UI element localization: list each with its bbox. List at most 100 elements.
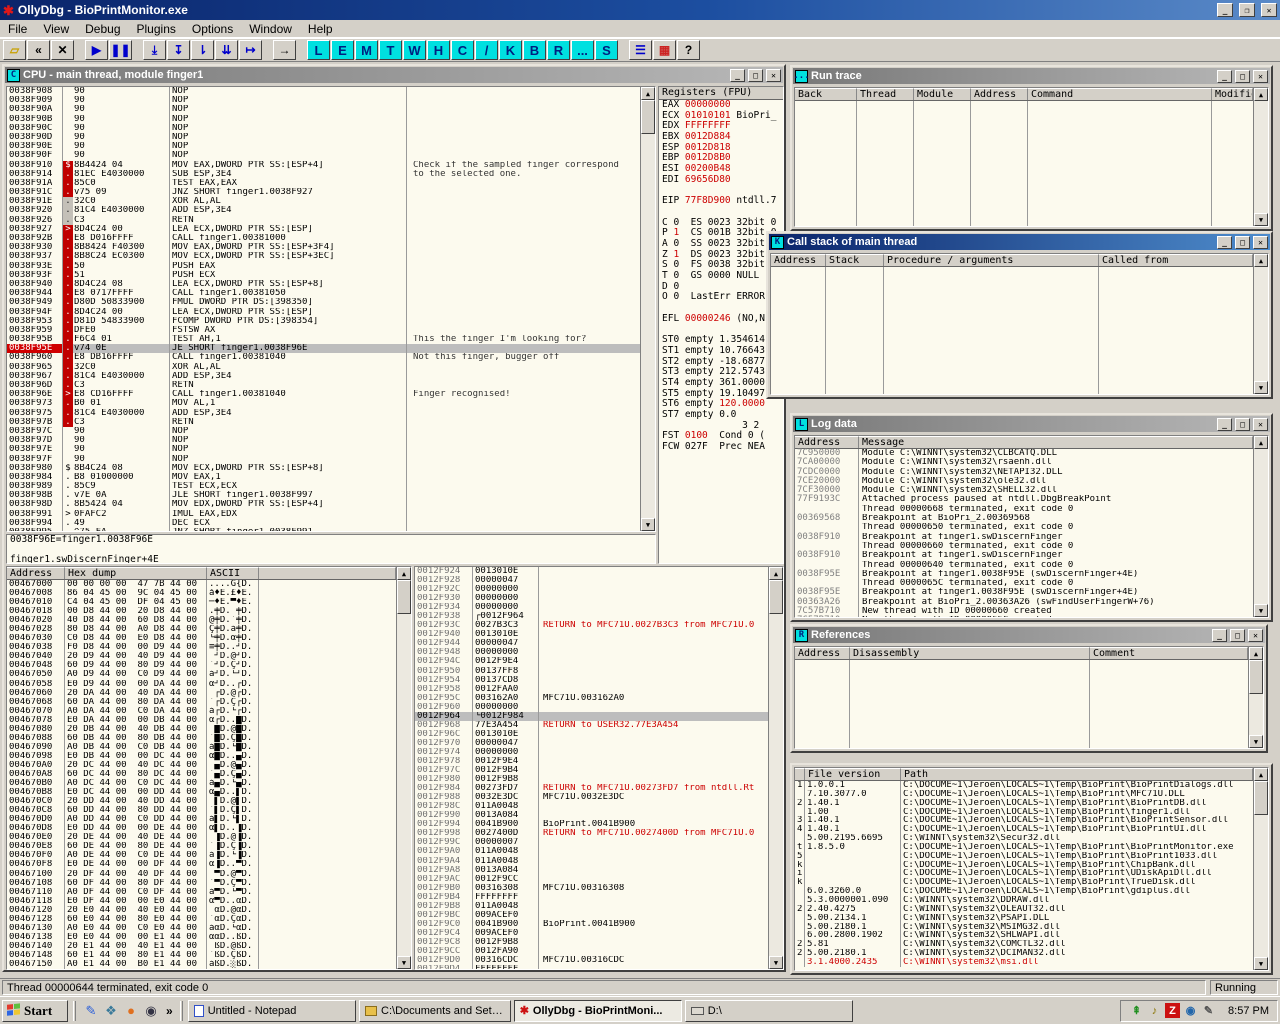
stack-row[interactable]: 0012F9580012FAA0 bbox=[415, 685, 768, 694]
disasm-row[interactable]: 0038F994.49DEC ECX bbox=[7, 519, 640, 528]
module-row[interactable]: kC:\DOCUME~1\Jeroen\LOCALS~1\Temp\BioPri… bbox=[795, 861, 1253, 870]
dump-row[interactable]: 00467050A0 D9 44 00 C0 D9 44 00á┘D.└┘D. bbox=[7, 670, 396, 679]
scroll-thumb[interactable] bbox=[769, 580, 783, 614]
log-row[interactable]: 7CF30000Module C:\WINNT\system32\SHELL32… bbox=[795, 486, 1253, 495]
dump-row[interactable]: 004670C860 DD 44 00 80 DD 44 00`▌D.Ç▌D. bbox=[7, 806, 396, 815]
module-row[interactable]: 5C:\DOCUME~1\Jeroen\LOCALS~1\Temp\BioPri… bbox=[795, 852, 1253, 861]
disasm-row[interactable]: 0038F95B.F6C4 01TEST AH,1This the finger… bbox=[7, 335, 640, 344]
module-row[interactable]: kC:\DOCUME~1\Jeroen\LOCALS~1\Temp\BioPri… bbox=[795, 878, 1253, 887]
disasm-row[interactable]: 0038F91E.32C0XOR AL,AL bbox=[7, 197, 640, 206]
scroll-down-icon[interactable]: ▼ bbox=[641, 518, 655, 531]
menu-item[interactable]: Help bbox=[300, 21, 341, 37]
scroll-down-icon[interactable]: ▼ bbox=[1254, 381, 1268, 394]
stack-row[interactable]: 0012F9D000316CDCMFC71U.00316CDC bbox=[415, 956, 768, 965]
stack-row[interactable]: 0012F9880032E3DCMFC71U.0032E3DC bbox=[415, 793, 768, 802]
disasm-row[interactable]: 0038F944.E8 0717FFFFCALL finger1.0038105… bbox=[7, 289, 640, 298]
dump-pane[interactable]: Address Hex dump ASCII 0046700000 00 00 … bbox=[6, 566, 412, 970]
appearance-button[interactable]: ▦ bbox=[653, 40, 676, 60]
toolbar-button[interactable] bbox=[133, 40, 142, 60]
module-row[interactable]: 3.1.4000.2435C:\WINNT\system32\msi.dll bbox=[795, 958, 1253, 967]
stack-row[interactable]: 0012F95400137CD8 bbox=[415, 676, 768, 685]
dump-row[interactable]: 004670D0A0 DD 44 00 C0 DD 44 00á▌D.└▌D. bbox=[7, 815, 396, 824]
maximize-button[interactable]: □ bbox=[1230, 629, 1245, 642]
restore-button[interactable]: ❐ bbox=[1239, 3, 1255, 17]
step-over-button[interactable]: ↧ bbox=[167, 40, 190, 60]
view-handles-button[interactable]: H bbox=[427, 40, 450, 60]
col-comment[interactable]: Comment bbox=[1090, 647, 1248, 659]
log-titlebar[interactable]: L Log data _ □ ✕ bbox=[793, 416, 1270, 432]
disasm-row[interactable]: 0038F930.8B8424 F40300MOV EAX,DWORD PTR … bbox=[7, 243, 640, 252]
disasm-row[interactable]: 0038F940.8D4C24 08LEA ECX,DWORD PTR SS:[… bbox=[7, 280, 640, 289]
scroll-up-icon[interactable]: ▲ bbox=[1254, 88, 1268, 101]
animate-into-button[interactable]: ⇂ bbox=[191, 40, 214, 60]
cpu-titlebar[interactable]: C CPU - main thread, module finger1 _ □ … bbox=[5, 67, 783, 83]
disasm-row[interactable]: 0038F90B90NOP bbox=[7, 115, 640, 124]
close-program-button[interactable]: ✕ bbox=[51, 40, 74, 60]
scroll-thumb[interactable] bbox=[397, 580, 411, 614]
col-back[interactable]: Back bbox=[795, 88, 857, 100]
dump-row[interactable]: 0046702880 D8 44 00 A0 D8 44 00Ç╪D.á╪D. bbox=[7, 625, 396, 634]
log-row[interactable]: 0038F910Breakpoint at finger1.swDiscernF… bbox=[795, 551, 1253, 560]
dump-row[interactable]: 004670B0A0 DC 44 00 C0 DC 44 00á▄D.└▄D. bbox=[7, 779, 396, 788]
log-row[interactable]: 7C57B710New thread with ID 00000660 crea… bbox=[795, 607, 1253, 616]
maximize-button[interactable]: □ bbox=[1235, 418, 1250, 431]
dump-row[interactable]: 00467078E0 DA 44 00 00 DB 44 00α┌D..█D. bbox=[7, 716, 396, 725]
disasm-row[interactable]: 0038F967.81C4 E4030000ADD ESP,3E4 bbox=[7, 372, 640, 381]
dump-row[interactable]: 00467110A0 DF 44 00 C0 DF 44 00á▀D.└▀D. bbox=[7, 888, 396, 897]
col-path[interactable]: Path bbox=[901, 768, 1253, 780]
col-disassembly[interactable]: Disassembly bbox=[850, 647, 1090, 659]
help-button[interactable]: ? bbox=[677, 40, 700, 60]
run-trace-pane[interactable]: Back Thread Module Address Command Modif… bbox=[794, 87, 1269, 227]
disasm-row[interactable]: 0038F90990NOP bbox=[7, 96, 640, 105]
module-row[interactable]: 5.00.2134.1C:\WINNT\system32\PSAPI.DLL bbox=[795, 914, 1253, 923]
module-row[interactable]: iC:\DOCUME~1\Jeroen\LOCALS~1\Temp\BioPri… bbox=[795, 869, 1253, 878]
register-line[interactable]: FCW 027F Prec NEA bbox=[659, 442, 783, 453]
log-row[interactable]: 77F9193CAttached process paused at ntdll… bbox=[795, 495, 1253, 504]
disasm-row[interactable]: 0038F965.32C0XOR AL,AL bbox=[7, 363, 640, 372]
stack-row[interactable]: 0012F9AC0012F9CC bbox=[415, 875, 768, 884]
register-line[interactable]: O 0 LastErr ERROR bbox=[659, 292, 783, 303]
disasm-row[interactable]: 0038F91A.85C0TEST EAX,EAX bbox=[7, 179, 640, 188]
dump-row[interactable]: 004670F0A0 DE 44 00 C0 DE 44 00á▐D.└▐D. bbox=[7, 851, 396, 860]
stack-row[interactable]: 0012F9980027400DRETURN to MFC71U.0027400… bbox=[415, 829, 768, 838]
minimize-button[interactable]: _ bbox=[1217, 3, 1233, 17]
stack-row[interactable]: 0012F95000137FF8 bbox=[415, 667, 768, 676]
dump-row[interactable]: 0046701800 D8 44 00 20 D8 44 00.╪D. ╪D. bbox=[7, 607, 396, 616]
module-row[interactable]: 11.0.0.1C:\DOCUME~1\Jeroen\LOCALS~1\Temp… bbox=[795, 781, 1253, 790]
scroll-up-icon[interactable]: ▲ bbox=[1254, 254, 1268, 267]
disasm-row[interactable]: 0038F90D90NOP bbox=[7, 133, 640, 142]
disasm-row[interactable]: 0038F910$8B4424 04MOV EAX,DWORD PTR SS:[… bbox=[7, 161, 640, 170]
disasm-row[interactable]: 0038F97F90NOP bbox=[7, 455, 640, 464]
minimize-button[interactable]: _ bbox=[1217, 70, 1232, 83]
references-titlebar[interactable]: R References _ □ ✕ bbox=[793, 627, 1265, 643]
dump-row[interactable]: 004670F8E0 DE 44 00 00 DF 44 00α▐D..▀D. bbox=[7, 860, 396, 869]
module-row[interactable]: 1.00C:\DOCUME~1\Jeroen\LOCALS~1\Temp\Bio… bbox=[795, 808, 1253, 817]
dump-row[interactable]: 00467090A0 DB 44 00 C0 DB 44 00á█D.└█D. bbox=[7, 743, 396, 752]
stack-row[interactable]: 0012F9D4FFFFFFFF bbox=[415, 965, 768, 970]
scroll-up-icon[interactable]: ▲ bbox=[1249, 647, 1263, 660]
dump-row[interactable]: 004670B8E0 DC 44 00 00 DD 44 00α▄D..▌D. bbox=[7, 788, 396, 797]
stack-row[interactable]: 0012F94C0012F9E4 bbox=[415, 657, 768, 666]
menu-item[interactable]: File bbox=[0, 21, 35, 37]
menu-item[interactable]: Window bbox=[241, 21, 300, 37]
col-command[interactable]: Command bbox=[1028, 88, 1212, 100]
dump-row[interactable]: 0046714860 E1 44 00 80 E1 44 00`ßD.ÇßD. bbox=[7, 951, 396, 960]
view-executables-button[interactable]: E bbox=[331, 40, 354, 60]
disasm-row[interactable]: 0038F98D.8B5424 04MOV EDX,DWORD PTR SS:[… bbox=[7, 500, 640, 509]
view-patches-button[interactable]: / bbox=[475, 40, 498, 60]
quick-launch-icon-2[interactable]: ❖ bbox=[101, 1001, 121, 1021]
dump-row[interactable]: 00467030C0 D8 44 00 E0 D8 44 00└╪D.α╪D. bbox=[7, 634, 396, 643]
quick-launch-icon-3[interactable]: ● bbox=[121, 1001, 141, 1021]
maximize-button[interactable]: □ bbox=[748, 69, 763, 82]
log-row[interactable]: 0038F910Breakpoint at finger1.swDiscernF… bbox=[795, 533, 1253, 542]
stack-row[interactable]: 0012F9C00041B900BioPrint.0041B900 bbox=[415, 920, 768, 929]
dump-col-hex[interactable]: Hex dump bbox=[65, 567, 207, 579]
stack-row[interactable]: 0012F98400273FD7RETURN to MFC71U.00273FD… bbox=[415, 784, 768, 793]
minimize-button[interactable]: _ bbox=[1217, 418, 1232, 431]
col-address[interactable]: Address bbox=[971, 88, 1028, 100]
module-row[interactable]: 6.00.2800.1902C:\WINNT\system32\SHLWAPI.… bbox=[795, 931, 1253, 940]
disasm-row[interactable]: 0038F93E.50PUSH EAX bbox=[7, 262, 640, 271]
stack-row[interactable]: 0012F98C011A0048 bbox=[415, 802, 768, 811]
stack-row[interactable]: 0012F94400000047 bbox=[415, 639, 768, 648]
disasm-row[interactable]: 0038F96E>E8 CD16FFFFCALL finger1.0038104… bbox=[7, 390, 640, 399]
